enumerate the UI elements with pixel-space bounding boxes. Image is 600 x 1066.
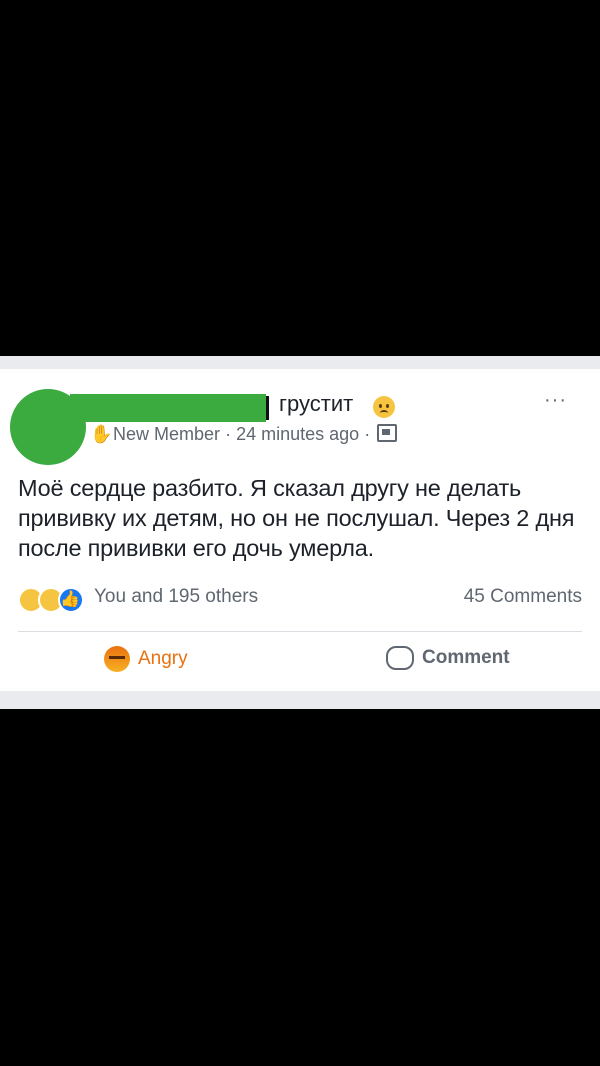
post-meta: ✋ New Member · 24 minutes ago · — [90, 424, 398, 445]
comment-icon — [386, 646, 414, 670]
name-separator — [266, 396, 269, 420]
sad-face-icon — [373, 396, 395, 418]
waving-hand-icon: ✋ — [90, 424, 113, 444]
group-icon — [377, 424, 398, 442]
angry-reaction-icon — [104, 646, 130, 672]
post-body: Моё сердце разбито. Я сказал другу не де… — [18, 475, 575, 561]
feeling-text: грустит — [279, 391, 354, 416]
comment-label: Comment — [422, 647, 510, 668]
facebook-post: грустит ··· ✋ New Member · 24 minutes ag… — [0, 369, 600, 691]
redacted-author-name — [70, 394, 266, 422]
post-container: грустит ··· ✋ New Member · 24 minutes ag… — [0, 356, 600, 709]
action-bar: Angry Comment — [0, 632, 600, 690]
meta-separator: · — [225, 424, 232, 444]
meta-separator: · — [364, 424, 371, 444]
reaction-icons[interactable] — [18, 587, 90, 613]
reactions-row: You and 195 others 45 Comments — [18, 585, 582, 615]
angry-label: Angry — [138, 648, 188, 669]
angry-button[interactable]: Angry — [104, 646, 188, 676]
member-badge: New Member — [113, 424, 221, 444]
comment-button[interactable]: Comment — [386, 646, 510, 676]
post-time[interactable]: 24 minutes ago — [236, 424, 359, 444]
like-reaction-icon — [58, 587, 84, 613]
reactions-summary[interactable]: You and 195 others — [94, 586, 258, 608]
comments-count[interactable]: 45 Comments — [464, 586, 582, 608]
more-options-icon[interactable]: ··· — [544, 389, 567, 412]
